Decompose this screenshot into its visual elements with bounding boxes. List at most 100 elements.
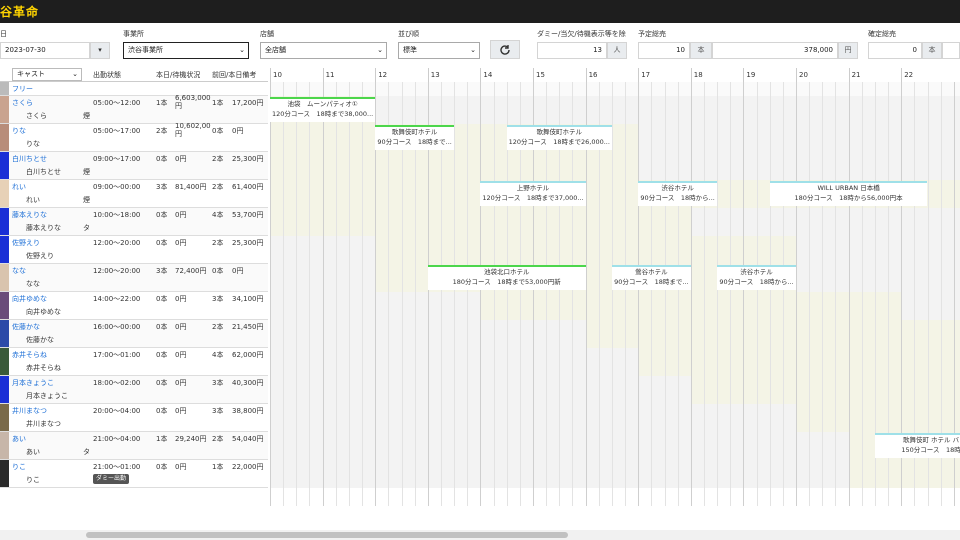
attendance-span[interactable] — [638, 348, 960, 376]
cast-shift-time: 05:00〜12:00 — [93, 99, 141, 107]
booking-block[interactable]: 鶯谷ホテル 90分コース 18時まで... — [611, 265, 691, 290]
grid-line — [283, 82, 285, 506]
cast-shift-time: 18:00〜02:00 — [93, 379, 141, 387]
cast-row[interactable]: あい あいタ 21:00〜04:00 1本 29,240円 2本 54,040円 — [0, 432, 268, 460]
booking-block[interactable]: 池袋 ムーンパティオ① 120分コース 18時まで38,000... — [270, 97, 376, 122]
booking-block[interactable]: 歌舞伎町ホテル 120分コース 18時まで26,000... — [506, 125, 612, 150]
cast-name[interactable]: 白川ちとせ — [12, 155, 47, 164]
cast-row[interactable]: 藤本えりな 藤本えりなタ 10:00〜18:00 0本 0円 4本 53,700円 — [0, 208, 268, 236]
attendance-span[interactable] — [585, 320, 960, 348]
cast-prev-amount: 40,300円 — [232, 379, 264, 387]
office-select[interactable]: 渋谷事業所 ⌄ — [123, 42, 249, 59]
cast-prev-count: 2本 — [212, 239, 224, 247]
hour-header: 18 — [690, 68, 744, 82]
cast-name[interactable]: りな — [12, 127, 26, 136]
confirmed-count: 0 — [868, 42, 922, 59]
cast-prev-count: 2本 — [212, 155, 224, 163]
cast-name[interactable]: 藤本えりな — [12, 211, 47, 220]
booking-block[interactable]: 歌舞伎町 ホテル バリアン 150分コース 18時から... — [874, 433, 960, 458]
cast-row[interactable]: なな なな 12:00〜20:00 3本 72,400円 0本 0円 — [0, 264, 268, 292]
confirmed-label: 確定総売 — [868, 30, 896, 38]
hour-header: 13 — [427, 68, 481, 82]
hour-header: 19 — [743, 68, 796, 82]
cast-today-count: 0本 — [156, 463, 168, 471]
hour-header: 10 — [270, 68, 323, 82]
refresh-button[interactable] — [490, 40, 520, 59]
cast-today-amount: 0円 — [175, 211, 187, 219]
cast-name[interactable]: あい — [12, 435, 26, 444]
cast-row[interactable]: りなりな 05:00〜17:00 2本 10,602,000円0本 0円 — [0, 122, 268, 152]
cast-row[interactable]: 月本きょうこ 月本きょうこ 18:00〜02:00 0本 0円 3本 40,300円 — [0, 376, 268, 404]
grid-line — [677, 82, 679, 506]
cast-today-amount: 0円 — [175, 295, 187, 303]
grid-line — [638, 82, 640, 506]
cast-name[interactable]: なな — [12, 267, 26, 276]
cast-sub-name: りこ — [26, 476, 40, 484]
avatar — [0, 460, 9, 487]
grid-line — [270, 82, 271, 506]
scrollbar-thumb[interactable] — [86, 532, 568, 538]
cast-row[interactable]: りこ りこ 21:00〜01:00 0本 0円 1本 22,000円 ダミー出勤 — [0, 460, 268, 488]
grid-line — [769, 82, 771, 506]
refresh-icon — [500, 45, 510, 55]
grid-line — [296, 82, 298, 506]
cast-name[interactable]: 月本きょうこ — [12, 379, 54, 388]
free-row[interactable]: フリー — [0, 82, 268, 96]
dummy-badge: ダミー出勤 — [93, 474, 130, 484]
cast-name[interactable]: 井川まなつ — [12, 407, 47, 416]
cast-row[interactable]: さくら さくら煙 05:00〜12:00 1本 6,603,000円 1本 17,200円 — [0, 94, 268, 124]
cast-name[interactable]: れい — [12, 183, 26, 192]
booking-location: 池袋 ムーンパティオ① — [287, 100, 358, 108]
free-row-label[interactable]: フリー — [12, 85, 33, 94]
date-picker-button[interactable]: ▾ — [90, 42, 110, 59]
cast-row[interactable]: 佐藤かな 佐藤かな 16:00〜00:00 0本 0円 2本 21,450円 — [0, 320, 268, 348]
cast-name[interactable]: 赤井そらね — [12, 351, 47, 360]
cast-name[interactable]: 佐藤かな — [12, 323, 40, 332]
cast-today-count: 0本 — [156, 323, 168, 331]
booking-detail: 150分コース 18時から... — [901, 446, 960, 454]
store-value: 全店舗 — [265, 46, 286, 54]
attendance-span[interactable] — [848, 460, 960, 488]
cast-prev-count: 2本 — [212, 435, 224, 443]
cast-name[interactable]: さくら — [12, 99, 33, 108]
cast-column-select[interactable]: キャスト ⌄ — [12, 68, 82, 81]
hour-header: 17 — [638, 68, 691, 82]
grid-line — [756, 82, 758, 506]
booking-location: 歌舞伎町ホテル — [391, 128, 438, 136]
cast-row[interactable]: 向井ゆめな 向井ゆめな 14:00〜22:00 0本 0円 3本 34,100円 — [0, 292, 268, 320]
grid-line — [664, 82, 666, 506]
booking-block[interactable]: 上野ホテル 120分コース 18時まで37,000... — [480, 181, 586, 206]
booking-block[interactable]: 渋谷ホテル 90分コース 18時から... — [717, 265, 796, 290]
cast-shift-time: 21:00〜01:00 — [93, 463, 141, 471]
sort-select[interactable]: 標準 ⌄ — [398, 42, 480, 59]
store-select[interactable]: 全店舗 ⌄ — [260, 42, 387, 59]
cast-name[interactable]: 佐野えり — [12, 239, 40, 248]
booking-block[interactable]: WILL URBAN 日本橋 180分コース 18時から56,000円本 — [769, 181, 928, 206]
confirmed-value — [942, 42, 960, 59]
booking-block[interactable]: 歌舞伎町ホテル 90分コース 18時まで... — [375, 125, 455, 150]
cast-today-amount: 6,603,000円 — [175, 94, 211, 110]
grid-line — [348, 82, 350, 506]
horizontal-scrollbar[interactable] — [0, 530, 960, 540]
chevron-down-icon: ⌄ — [72, 70, 78, 78]
cast-row[interactable]: 白川ちとせ 白川ちとせ煙 09:00〜17:00 0本 0円 2本 25,300円 — [0, 152, 268, 180]
cast-prev-count: 0本 — [212, 127, 224, 135]
cast-row[interactable]: 佐野えり 佐野えり 12:00〜20:00 0本 0円 2本 25,300円 — [0, 236, 268, 264]
cast-prev-count: 3本 — [212, 379, 224, 387]
planned-label: 予定総売 — [638, 30, 666, 38]
grid-line — [322, 82, 324, 506]
cast-name[interactable]: 向井ゆめな — [12, 295, 47, 304]
date-input[interactable]: 2023-07-30 — [0, 42, 90, 59]
attendance-span[interactable] — [796, 404, 960, 432]
grid-line — [493, 82, 495, 506]
cast-today-count: 2本 — [156, 127, 168, 135]
cast-today-amount: 0円 — [175, 463, 187, 471]
booking-block[interactable]: 渋谷ホテル 90分コース 18時から... — [638, 181, 718, 206]
cast-name[interactable]: りこ — [12, 463, 26, 472]
cast-row[interactable]: 井川まなつ 井川まなつ 20:00〜04:00 0本 0円 3本 38,800円 — [0, 404, 268, 432]
cast-sub-name: れい — [26, 196, 40, 204]
cast-row[interactable]: れい れい煙 09:00〜00:00 3本 81,400円 2本 61,400円 — [0, 180, 268, 208]
cast-today-amount: 72,400円 — [175, 267, 207, 275]
cast-row[interactable]: 赤井そらね 赤井そらね 17:00〜01:00 0本 0円 4本 62,000円 — [0, 348, 268, 376]
booking-block[interactable]: 池袋北口ホテル 180分コース 18時まで53,000円新 — [427, 265, 586, 290]
